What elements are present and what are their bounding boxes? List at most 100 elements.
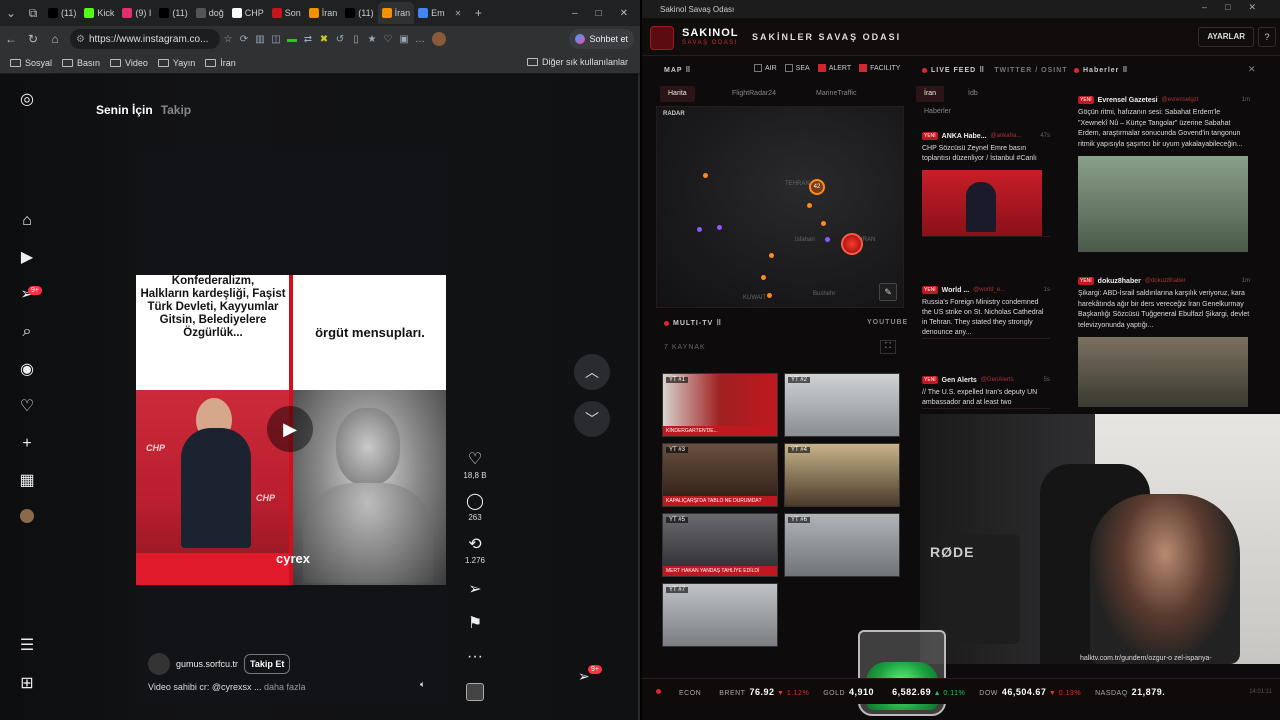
map-marker[interactable] [697, 227, 702, 232]
previous-reel-button[interactable]: ︿ [574, 354, 610, 390]
repost-button[interactable]: ⟲ 1.276 [462, 536, 488, 565]
collections-icon[interactable]: ♡ [380, 34, 396, 45]
map-filter-checkbox[interactable]: ALERT [817, 64, 851, 72]
map-marker[interactable] [767, 293, 772, 298]
profile-avatar[interactable] [432, 32, 446, 46]
feed-item[interactable]: YENİ ANKA Habe... @ankaha... 47s CHP Söz… [922, 132, 1050, 237]
news-item[interactable]: YENİ dokuz8haber @dokuz8haber 1m Şikargi… [1078, 277, 1250, 407]
more-link[interactable]: daha fazla [264, 682, 306, 692]
map-marker[interactable] [825, 237, 830, 242]
tab-for-you[interactable]: Senin İçin [96, 103, 153, 117]
browser-tab[interactable]: CHP [228, 2, 268, 24]
radar-map[interactable]: RADAR TEHRAN IRAN KUWAIT Bushehr Isfahan… [656, 106, 904, 308]
browser-tab[interactable]: (9) I [118, 2, 155, 24]
url-field[interactable]: ⚙ https://www.instagram.co... [70, 29, 220, 49]
tab-following[interactable]: Takip [161, 103, 191, 117]
reel-video[interactable]: Konfederalizm, Halkların kardeşliği, Faş… [136, 153, 446, 703]
feed-item[interactable]: YENİ World ... @world_e... 1s Russia's F… [922, 286, 1050, 339]
save-button[interactable]: ⚑ [462, 615, 488, 633]
site-info-icon[interactable]: ⚙ [76, 34, 85, 45]
livefeed-tab[interactable]: İran [916, 86, 945, 102]
map-filter-checkbox[interactable]: FACILITY [859, 64, 900, 72]
map-marker[interactable] [821, 221, 826, 226]
search-icon[interactable]: ⌕ [18, 323, 36, 341]
feed-image[interactable] [922, 170, 1042, 236]
notifications-heart-icon[interactable]: ♡ [18, 398, 36, 416]
new-tab-button[interactable]: + [467, 6, 489, 20]
bookmark-folder[interactable]: Yayın [157, 58, 195, 68]
home-icon[interactable]: ⌂ [18, 212, 36, 230]
map-tab[interactable]: Harita [660, 86, 695, 102]
news-image[interactable] [1078, 156, 1248, 252]
explore-icon[interactable]: ◉ [18, 361, 36, 379]
author-avatar[interactable] [148, 653, 170, 675]
browser-tab[interactable]: Kick [80, 2, 118, 24]
map-marker[interactable] [703, 173, 708, 178]
minimize-button[interactable]: – [572, 8, 578, 19]
share-button[interactable]: ➢ [462, 581, 488, 599]
news-item[interactable]: YENİ Evrensel Gazetesi @evrenselgzt 1m G… [1078, 96, 1250, 252]
edit-icon[interactable]: ✎ [879, 283, 897, 301]
map-marker[interactable] [769, 253, 774, 258]
map-filter-checkbox[interactable]: AIR [754, 64, 777, 72]
livefeed-tab[interactable]: Haberler [916, 104, 959, 120]
extension-icon[interactable]: ▬ [284, 34, 300, 45]
follow-button[interactable]: Takip Et [244, 654, 291, 674]
copilot-chat-button[interactable]: Sohbet et [569, 29, 634, 49]
bookmark-folder[interactable]: Video [110, 58, 148, 68]
apps-icon[interactable]: ⊞ [18, 675, 36, 693]
extension-icon[interactable]: ▥ [252, 34, 268, 45]
browser-tab[interactable]: (11) [341, 2, 377, 24]
audio-thumbnail[interactable] [462, 683, 488, 701]
reels-icon[interactable]: ▶ [18, 249, 36, 267]
screenshot-icon[interactable]: ▣ [396, 34, 412, 45]
fullscreen-icon[interactable]: ⛶ [880, 340, 896, 354]
menu-icon[interactable]: ☰ [18, 637, 36, 655]
browser-tab[interactable]: (11) [155, 2, 191, 24]
map-marker[interactable] [761, 275, 766, 280]
extension-icon[interactable]: ✖ [316, 34, 332, 45]
browser-tab[interactable]: Son [268, 2, 305, 24]
like-button[interactable]: ♡ 18,8 B [462, 451, 488, 480]
comment-button[interactable]: ◯ 263 [462, 493, 488, 522]
workspaces-icon[interactable]: ⧉ [22, 6, 44, 21]
author-name[interactable]: gumus.sorfcu.tr [176, 659, 238, 669]
help-button[interactable]: ? [1258, 27, 1276, 47]
map-alert-hotspot[interactable] [841, 233, 863, 255]
favorites-icon[interactable]: ★ [364, 34, 380, 45]
next-reel-button[interactable]: ﹀ [574, 401, 610, 437]
bookmark-folder[interactable]: Basın [62, 58, 100, 68]
tv-stream[interactable]: YT #4 [784, 443, 900, 507]
browser-tab[interactable]: doğ [192, 2, 228, 24]
home-icon[interactable]: ⌂ [44, 32, 66, 46]
refresh-icon[interactable]: ↻ [22, 32, 44, 46]
map-marker[interactable] [717, 225, 722, 230]
browser-tab[interactable]: (11) [44, 2, 80, 24]
tv-stream[interactable]: YT #1 KİNDERGARTEN'DE... [662, 373, 778, 437]
favorite-icon[interactable]: ☆ [220, 34, 236, 45]
feed-item[interactable]: YENİ Gen Alerts @GenAlerts 5s // The U.S… [922, 376, 1050, 409]
map-tab[interactable]: FlightRadar24 [724, 86, 784, 102]
close-tab-icon[interactable]: ✕ [455, 9, 462, 18]
settings-button[interactable]: AYARLAR [1198, 27, 1254, 47]
extension-icon[interactable]: ⇄ [300, 34, 316, 45]
tv-stream[interactable]: YT #2 [784, 373, 900, 437]
map-filter-checkbox[interactable]: SEA [784, 64, 810, 72]
instagram-logo-icon[interactable]: ◎ [18, 91, 36, 109]
map-marker[interactable] [807, 203, 812, 208]
tv-stream[interactable]: YT #3 KAPALIÇARŞI'DA TABLO NE DURUMDA? [662, 443, 778, 507]
mute-icon[interactable]: 🔈︎ [420, 679, 425, 690]
map-tab[interactable]: MarineTraffic [808, 86, 864, 102]
tab-menu-icon[interactable]: ⌄ [0, 6, 22, 20]
more-options-button[interactable]: ··· [462, 648, 488, 666]
extension-icon[interactable]: ⟳ [236, 34, 252, 45]
tv-stream[interactable]: YT #7 [662, 583, 778, 647]
browser-tab[interactable]: Em [414, 2, 449, 24]
create-icon[interactable]: + [18, 435, 36, 453]
livefeed-tab[interactable]: İdb [960, 86, 986, 102]
bookmark-folder[interactable]: İran [205, 58, 236, 68]
dashboard-icon[interactable]: ▦ [18, 472, 36, 490]
split-screen-icon[interactable]: ▯ [348, 34, 364, 45]
window-controls[interactable]: –□✕ [1202, 2, 1274, 13]
news-image[interactable] [1078, 337, 1248, 407]
